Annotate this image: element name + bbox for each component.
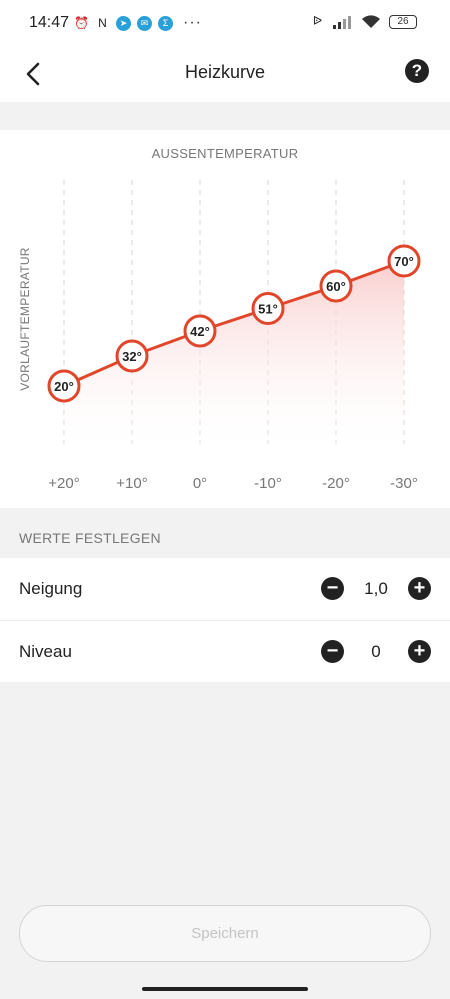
nfc-icon: N [98, 15, 107, 30]
niveau-stepper: − 0 + [321, 640, 431, 663]
minus-icon[interactable]: − [321, 577, 344, 600]
save-button[interactable]: Speichern [19, 905, 431, 962]
minus-icon[interactable]: − [321, 640, 344, 663]
x-tick-label: +20° [48, 475, 79, 492]
plus-icon[interactable]: + [408, 577, 431, 600]
neigung-stepper: − 1,0 + [321, 577, 431, 600]
chevron-left-icon[interactable] [18, 58, 50, 90]
question-circle-icon[interactable]: ? [405, 59, 429, 83]
x-tick-label: -10° [254, 475, 282, 492]
x-tick-label: -20° [322, 475, 350, 492]
status-time: 14:47 [29, 14, 70, 31]
setting-label: Niveau [19, 642, 72, 661]
app-bar: Heizkurve ? [0, 46, 450, 102]
data-point[interactable]: 51° [251, 292, 285, 325]
more-notifications-icon: ··· [183, 14, 202, 31]
data-point-label: 70° [394, 254, 414, 269]
sigma-app-icon: Σ [158, 15, 173, 31]
data-point[interactable]: 70° [387, 244, 421, 278]
data-point[interactable]: 42° [183, 314, 217, 348]
home-indicator [142, 987, 308, 991]
message-icon: ✉ [137, 15, 152, 31]
status-icons-right: ᐉ 26 [310, 14, 417, 29]
y-axis-title: VORLAUFTEMPERATUR [18, 247, 32, 391]
x-tick-label: +10° [116, 475, 147, 492]
section-label: WERTE FESTLEGEN [19, 530, 161, 546]
wifi-icon [362, 15, 380, 28]
stepper-value: 1,0 [364, 578, 388, 598]
x-tick-label: -30° [390, 475, 418, 492]
page-title: Heizkurve [184, 62, 266, 82]
x-tick-label: 0° [193, 475, 207, 492]
heating-curve-chart: AUSSENTEMPERATUR VORLAUFTEMPERATUR 20° 32… [0, 130, 450, 508]
data-point-label: 20° [54, 379, 74, 394]
setting-row-neigung: Neigung − 1,0 + [0, 558, 450, 620]
battery-icon: 26 [389, 14, 417, 29]
plus-icon[interactable]: + [408, 640, 431, 663]
status-icons-left: ⏰ N ➤ ✉ Σ ··· [74, 14, 202, 32]
stepper-value: 0 [371, 641, 381, 661]
data-point[interactable]: 20° [47, 369, 81, 403]
chart-svg: AUSSENTEMPERATUR VORLAUFTEMPERATUR 20° 32… [18, 146, 421, 492]
signal-icon [333, 15, 351, 29]
data-point-label: 60° [326, 279, 346, 294]
data-point[interactable]: 32° [115, 339, 149, 373]
setting-label: Neigung [19, 579, 83, 598]
bluetooth-icon: ᐉ [312, 14, 323, 28]
x-axis-title: AUSSENTEMPERATUR [152, 146, 299, 161]
alarm-off-icon: ⏰ [74, 15, 89, 30]
setting-row-niveau: Niveau − 0 + [0, 620, 450, 682]
data-point-label: 51° [258, 302, 278, 317]
telegram-icon: ➤ [116, 15, 131, 31]
curve-area-fill [64, 261, 404, 444]
status-bar: 14:47 ⏰ N ➤ ✉ Σ ··· ᐉ 26 [0, 0, 450, 46]
data-point-label: 42° [190, 324, 210, 339]
data-point-label: 32° [122, 349, 142, 364]
data-point[interactable]: 60° [319, 269, 353, 303]
